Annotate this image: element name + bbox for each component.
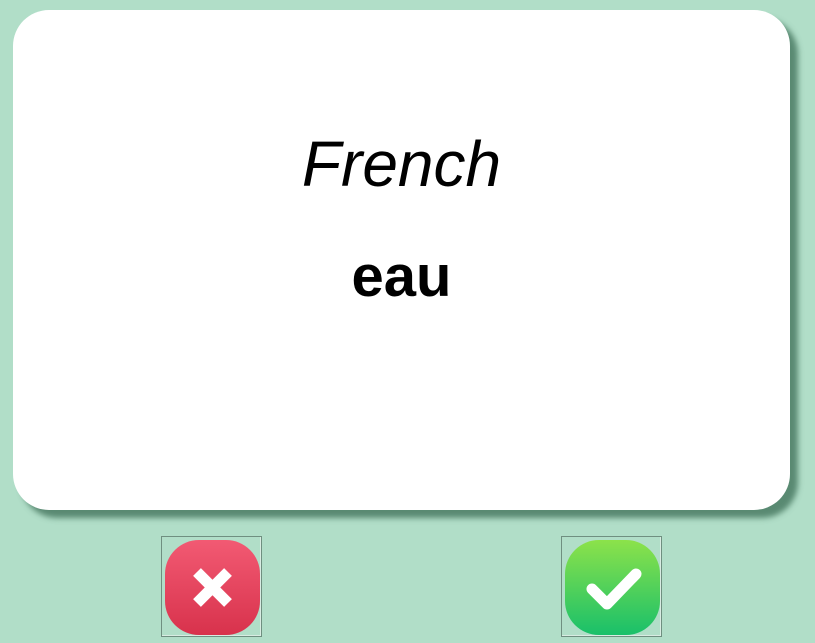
x-mark-icon <box>165 540 260 635</box>
wrong-answer-button[interactable] <box>161 536 262 637</box>
check-mark-icon <box>565 540 660 635</box>
flashcard-language: French <box>301 128 502 200</box>
flashcard[interactable]: French eau <box>13 10 790 510</box>
correct-answer-button[interactable] <box>561 536 662 637</box>
flashcard-word: eau <box>351 244 452 309</box>
